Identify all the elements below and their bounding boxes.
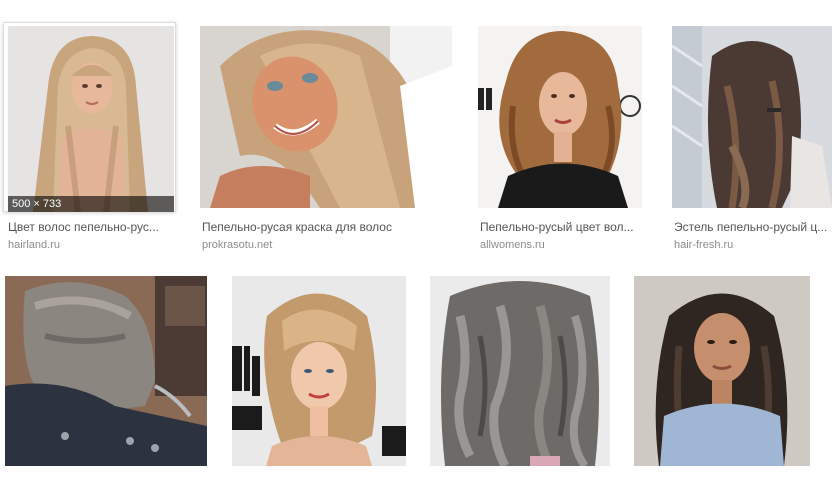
result-source-2[interactable]: prokrasotu.net	[202, 238, 452, 252]
image-result-5[interactable]	[5, 276, 207, 466]
result-source-4[interactable]: hair-fresh.ru	[674, 238, 832, 252]
image-result-1[interactable]: 500 × 733	[8, 26, 174, 212]
result-thumbnail-1[interactable]: 500 × 733	[8, 26, 174, 212]
result-thumbnail-6[interactable]	[232, 276, 406, 466]
result-source-1[interactable]: hairland.ru	[8, 238, 174, 252]
image-result-2[interactable]	[200, 26, 452, 208]
result-thumbnail-7[interactable]	[430, 276, 610, 466]
image-dimensions-label: 500 × 733	[8, 196, 174, 212]
image-result-4[interactable]	[672, 26, 832, 208]
image-result-7[interactable]	[430, 276, 610, 466]
result-caption-2[interactable]: Пепельно-русая краска для волос	[202, 219, 452, 235]
result-caption-3[interactable]: Пепельно-русый цвет вол...	[480, 219, 642, 235]
result-thumbnail-2[interactable]	[200, 26, 452, 208]
result-thumbnail-5[interactable]	[5, 276, 207, 466]
image-result-6[interactable]	[232, 276, 406, 466]
result-caption-4[interactable]: Эстель пепельно-русый ц...	[674, 219, 832, 235]
result-caption-1[interactable]: Цвет волос пепельно-рус...	[8, 219, 174, 235]
result-thumbnail-3[interactable]	[478, 26, 642, 208]
result-thumbnail-4[interactable]	[672, 26, 832, 208]
image-result-8[interactable]	[634, 276, 810, 466]
result-source-3[interactable]: allwomens.ru	[480, 238, 642, 252]
result-thumbnail-8[interactable]	[634, 276, 810, 466]
image-result-3[interactable]	[478, 26, 642, 208]
